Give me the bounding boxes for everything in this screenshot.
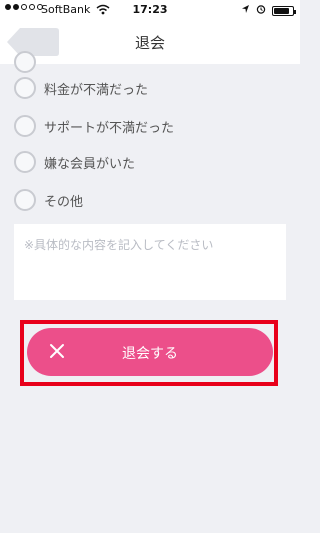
option-label: 料金が不満だった [44,82,149,98]
location-arrow-icon [241,4,250,17]
radio-button[interactable] [14,189,36,211]
radio-button[interactable] [14,115,36,137]
radio-button[interactable] [14,151,36,173]
status-bar: SoftBank 17:23 [0,0,300,20]
withdraw-button-label: 退会する [122,346,178,362]
page-title: 退会 [134,34,165,52]
reason-option-price[interactable]: 料金が不満だった [14,76,148,100]
detail-input[interactable] [14,224,286,300]
reason-option-support[interactable]: サポートが不満だった [14,114,174,138]
option-label: その他 [44,194,84,210]
reason-option-partial[interactable] [14,50,36,74]
reason-option-member[interactable]: 嫌な会員がいた [14,150,135,174]
navigation-bar: 退会 [0,20,300,64]
reason-option-other[interactable]: その他 [14,188,83,212]
option-label: サポートが不満だった [44,120,175,136]
battery-icon [272,5,296,16]
radio-button[interactable] [14,51,36,73]
radio-button[interactable] [14,77,36,99]
withdraw-button[interactable]: 退会する [27,328,273,376]
option-label: 嫌な会員がいた [44,156,136,172]
alarm-icon [256,4,266,17]
